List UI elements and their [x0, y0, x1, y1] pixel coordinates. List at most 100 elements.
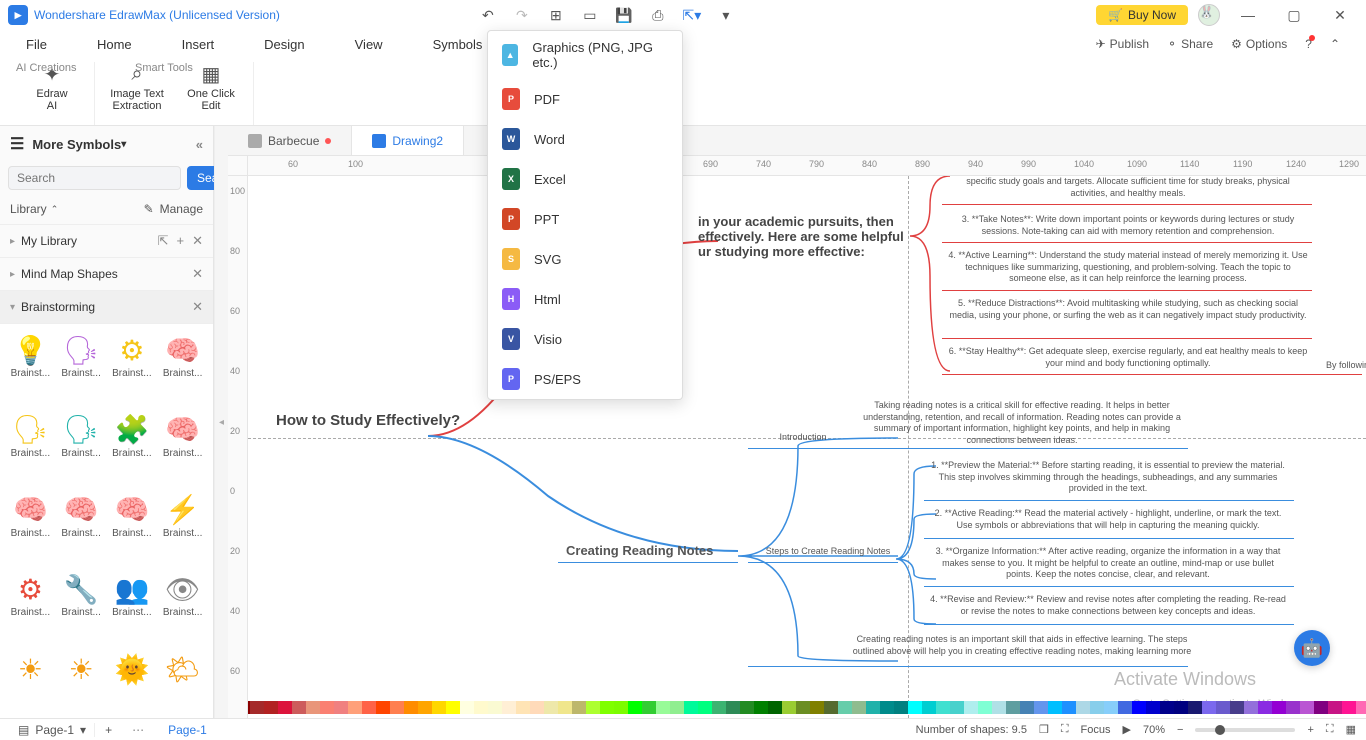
export-icon[interactable]: ⇱▾ [684, 7, 700, 23]
color-swatch[interactable] [334, 701, 348, 714]
menu-home[interactable]: Home [97, 37, 132, 52]
color-swatch[interactable] [642, 701, 656, 714]
export-graphics[interactable]: ▲Graphics (PNG, JPG etc.) [488, 31, 682, 79]
shape-item[interactable]: 🧠Brainst... [158, 412, 207, 482]
collapse-sidebar-icon[interactable]: « [196, 137, 203, 152]
shape-item[interactable]: ⚡Brainst... [158, 492, 207, 562]
sidebar-header[interactable]: ☰ More Symbols▾ « [0, 126, 213, 162]
color-swatch[interactable] [1090, 701, 1104, 714]
export-ppt[interactable]: PPPT [488, 199, 682, 239]
page-selector[interactable]: ▤Page-1▾ [10, 723, 95, 737]
shape-item[interactable]: 💡Brainst... [6, 332, 55, 402]
color-swatch[interactable] [1146, 701, 1160, 714]
shape-item[interactable]: 👁Brainst... [158, 571, 207, 641]
shape-item[interactable]: 🗣Brainst... [57, 412, 106, 482]
fit-page-icon[interactable]: ⛶ [1326, 723, 1334, 736]
color-swatch[interactable] [474, 701, 488, 714]
layers-icon[interactable]: ❒ [1039, 723, 1049, 736]
play-icon[interactable]: ▶ [1123, 723, 1131, 736]
shape-item[interactable]: 🧩Brainst... [108, 412, 157, 482]
maximize-button[interactable]: ▢ [1276, 1, 1312, 29]
color-swatch[interactable] [418, 701, 432, 714]
export-visio[interactable]: VVisio [488, 319, 682, 359]
color-swatch[interactable] [1188, 701, 1202, 714]
color-swatch[interactable] [278, 701, 292, 714]
color-swatch[interactable] [614, 701, 628, 714]
color-swatch[interactable] [1132, 701, 1146, 714]
color-swatch[interactable] [530, 701, 544, 714]
menu-symbols[interactable]: Symbols [433, 37, 483, 52]
color-swatch[interactable] [488, 701, 502, 714]
color-swatch[interactable] [880, 701, 894, 714]
color-swatch[interactable] [1076, 701, 1090, 714]
doctab-barbecue[interactable]: Barbecue [228, 126, 352, 155]
blue-item[interactable]: 4. **Revise and Review:** Review and rev… [928, 594, 1288, 617]
canvas[interactable]: How to Study Effectively? in your academ… [248, 176, 1366, 718]
publish-button[interactable]: ✈ Publish [1096, 37, 1149, 51]
color-swatch[interactable] [698, 701, 712, 714]
blue-item[interactable]: 3. **Organize Information:** After activ… [928, 546, 1288, 581]
save-icon[interactable]: 💾 [616, 7, 632, 23]
color-swatch[interactable] [1342, 701, 1356, 714]
color-swatch[interactable] [1300, 701, 1314, 714]
export-pdf[interactable]: PPDF [488, 79, 682, 119]
zoom-out-button[interactable]: − [1177, 724, 1183, 736]
color-swatch[interactable] [852, 701, 866, 714]
color-swatch[interactable] [1006, 701, 1020, 714]
search-input[interactable] [8, 166, 181, 190]
color-swatch[interactable] [908, 701, 922, 714]
shape-item[interactable]: 🧠Brainst... [108, 492, 157, 562]
export-svg[interactable]: SSVG [488, 239, 682, 279]
red-item[interactable]: 6. **Stay Healthy**: Get adequate sleep,… [948, 346, 1308, 369]
options-button[interactable]: ⚙ Options [1231, 37, 1287, 51]
manage-link[interactable]: Manage [160, 202, 203, 216]
color-swatch[interactable] [348, 701, 362, 714]
shape-item[interactable]: ⚙Brainst... [6, 571, 55, 641]
color-swatch[interactable] [964, 701, 978, 714]
new-icon[interactable]: ⊞ [548, 7, 564, 23]
shape-item[interactable]: ☀ [6, 651, 55, 710]
red-item[interactable]: 5. **Reduce Distractions**: Avoid multit… [948, 298, 1308, 321]
color-swatch[interactable] [1034, 701, 1048, 714]
color-swatch[interactable] [950, 701, 964, 714]
color-swatch[interactable] [810, 701, 824, 714]
color-swatch[interactable] [376, 701, 390, 714]
edit-library-icon[interactable]: ✎ [144, 202, 154, 216]
color-swatch[interactable] [838, 701, 852, 714]
color-swatch[interactable] [712, 701, 726, 714]
import-icon[interactable]: ⇱ [158, 233, 169, 249]
more-icon[interactable]: ▾ [718, 7, 734, 23]
shape-item[interactable]: 👥Brainst... [108, 571, 157, 641]
blue-item[interactable]: 2. **Active Reading:** Read the material… [928, 508, 1288, 531]
panels-icon[interactable]: ▦ [1346, 723, 1356, 736]
color-swatch[interactable] [894, 701, 908, 714]
menu-view[interactable]: View [355, 37, 383, 52]
color-swatch[interactable] [1258, 701, 1272, 714]
color-swatch[interactable] [446, 701, 460, 714]
color-swatch[interactable] [1202, 701, 1216, 714]
blue-branch-title[interactable]: Creating Reading Notes [566, 543, 713, 558]
color-swatch[interactable] [1118, 701, 1132, 714]
color-swatch[interactable] [824, 701, 838, 714]
shape-item[interactable]: 🗣Brainst... [6, 412, 55, 482]
color-swatch[interactable] [782, 701, 796, 714]
color-swatch[interactable] [404, 701, 418, 714]
redo-icon[interactable]: ↷ [514, 7, 530, 23]
color-swatch[interactable] [1244, 701, 1258, 714]
color-swatch[interactable] [362, 701, 376, 714]
color-swatch[interactable] [572, 701, 586, 714]
color-swatch[interactable] [1216, 701, 1230, 714]
color-swatch[interactable] [1230, 701, 1244, 714]
color-swatch[interactable] [726, 701, 740, 714]
color-swatch[interactable] [544, 701, 558, 714]
doctab-drawing2[interactable]: Drawing2 [352, 126, 464, 155]
add-icon[interactable]: + [177, 233, 185, 249]
export-word[interactable]: WWord [488, 119, 682, 159]
color-swatch[interactable] [1062, 701, 1076, 714]
sidebar-collapse-handle[interactable]: ◂ [214, 126, 228, 718]
mind-map-section[interactable]: ▸Mind Map Shapes ✕ [0, 258, 213, 291]
menu-insert[interactable]: Insert [182, 37, 215, 52]
color-swatch[interactable] [1314, 701, 1328, 714]
color-swatch[interactable] [740, 701, 754, 714]
color-swatch[interactable] [1048, 701, 1062, 714]
